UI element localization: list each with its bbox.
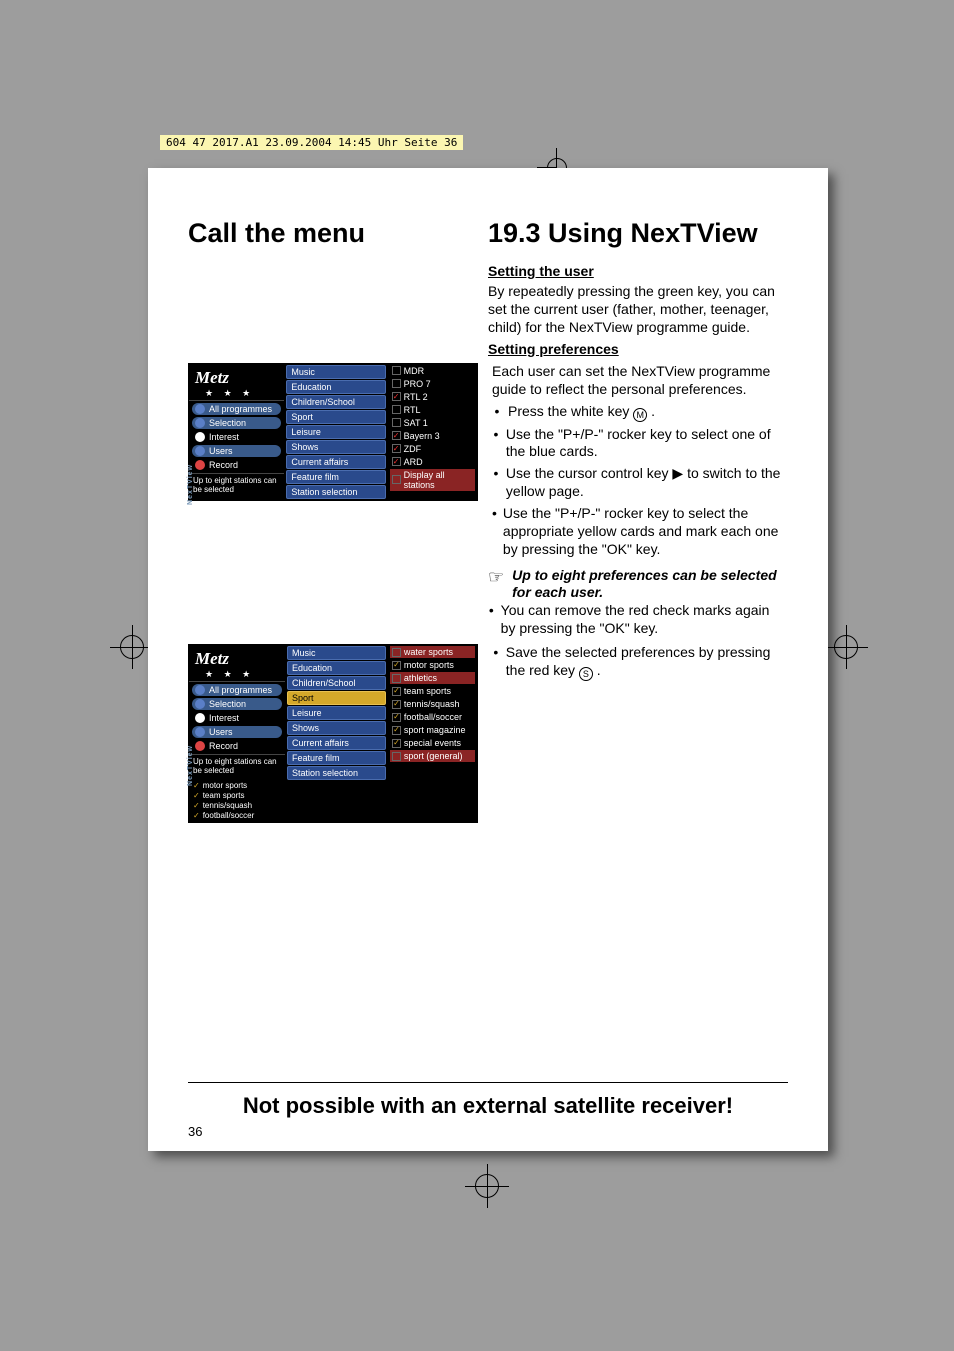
menu-category-item: Children/School [287, 676, 386, 690]
menu-category-item: Shows [287, 721, 386, 735]
checkbox-icon: ✓ [392, 726, 401, 735]
nextview-vertical-label: NexTView [187, 464, 195, 505]
page: Call the menu 19.3 Using NexTView Settin… [148, 168, 828, 1151]
menu-checkbox-item: SAT 1 [390, 417, 475, 429]
checkbox-icon: ✓ [392, 739, 401, 748]
checkbox-icon [392, 405, 401, 414]
menu-checkbox-item: RTL [390, 404, 475, 416]
menu-category-item: Leisure [287, 706, 386, 720]
checkbox-icon [392, 674, 401, 683]
checkbox-icon [392, 648, 401, 657]
menu-category-item: Feature film [286, 470, 385, 484]
note-up-to-eight: ☞ Up to eight preferences can be selecte… [488, 567, 788, 601]
menu-category-item: Children/School [286, 395, 385, 409]
menu-left-item: Selection [192, 417, 281, 429]
checkbox-icon [392, 366, 401, 375]
registration-mark-right [824, 625, 868, 669]
selected-pref-item: motor sports [193, 781, 281, 790]
page-number: 36 [188, 1124, 202, 1139]
menu-checkbox-item: ✓ZDF [390, 443, 475, 455]
checkbox-icon [392, 752, 401, 761]
menu-left-item: Interest [192, 431, 281, 443]
selected-pref-item: tennis/squash [193, 801, 281, 810]
page-title-right: 19.3 Using NexTView [488, 218, 758, 249]
menu-footer-note: NexTView Up to eight stations can be sel… [189, 754, 285, 779]
menu-checkbox-item: ✓ARD [390, 456, 475, 468]
menu-checkbox-item: PRO 7 [390, 378, 475, 390]
page-title-left: Call the menu [188, 218, 458, 249]
bullet-cursor-right: • Use the cursor control key ▶ to switch… [492, 465, 788, 501]
checkbox-icon: ✓ [392, 431, 401, 440]
menu-category-item: Station selection [286, 485, 385, 499]
nextview-menu-screenshot-1: Metz ★ ★ ★ All programmesSelectionIntere… [188, 363, 478, 563]
menu-category-item: Music [287, 646, 386, 660]
checkbox-icon: ✓ [392, 687, 401, 696]
bullet-remove-marks: • You can remove the red check marks aga… [488, 602, 788, 638]
bullet-press-white: • Press the white key M . [492, 403, 788, 422]
para-setting-user: By repeatedly pressing the green key, yo… [488, 283, 788, 337]
menu-checkbox-item: Display all stations [390, 469, 475, 491]
menu-left-item: Selection [192, 698, 282, 710]
subheading-setting-user: Setting the user [488, 263, 788, 279]
menu-category-item: Current affairs [286, 455, 385, 469]
bullet-rocker-yellow: • Use the "P+/P-" rocker key to select t… [492, 505, 788, 559]
checkbox-icon: ✓ [392, 392, 401, 401]
checkbox-icon [392, 475, 401, 484]
checkbox-icon: ✓ [392, 444, 401, 453]
pointing-hand-icon: ☞ [488, 567, 504, 601]
menu-checkbox-item: ✓team sports [390, 685, 475, 697]
menu-left-item: Record [192, 459, 281, 471]
menu-category-item: Shows [286, 440, 385, 454]
menu-checkbox-item: ✓sport magazine [390, 724, 475, 736]
menu-checkbox-item: ✓football/soccer [390, 711, 475, 723]
menu-checkbox-item: ✓Bayern 3 [390, 430, 475, 442]
menu-checkbox-item: sport (general) [390, 750, 475, 762]
menu-left-item: Interest [192, 712, 282, 724]
selected-pref-item: team sports [193, 791, 281, 800]
header-row: Call the menu 19.3 Using NexTView [188, 218, 788, 249]
menu-footer-note: NexTView Up to eight stations can be sel… [189, 473, 284, 498]
menu-left-item: Users [192, 445, 281, 457]
red-key-icon: S [579, 667, 593, 681]
menu-checkbox-item: ✓RTL 2 [390, 391, 475, 403]
menu-category-item: Station selection [287, 766, 386, 780]
white-key-icon: M [633, 408, 647, 422]
menu-checkbox-item: athletics [390, 672, 475, 684]
bullet-rocker-blue: • Use the "P+/P-" rocker key to select o… [492, 426, 788, 462]
checkbox-icon: ✓ [392, 700, 401, 709]
menu-category-item: Education [286, 380, 385, 394]
checkbox-icon [392, 418, 401, 427]
menu-checkbox-item: MDR [390, 365, 475, 377]
menu-category-item: Education [287, 661, 386, 675]
checkbox-icon: ✓ [392, 713, 401, 722]
menu-category-item: Music [286, 365, 385, 379]
checkbox-icon: ✓ [392, 457, 401, 466]
intro-paragraph: Each user can set the NexTView programme… [492, 363, 788, 399]
print-slug: 604 47 2017.A1 23.09.2004 14:45 Uhr Seit… [160, 135, 463, 150]
menu-checkbox-item: water sports [390, 646, 475, 658]
menu-left-item: Users [192, 726, 282, 738]
menu-checkbox-item: ✓tennis/squash [390, 698, 475, 710]
checkbox-icon [392, 379, 401, 388]
nextview-menu-screenshot-2: Metz ★ ★ ★ All programmesSelectionIntere… [188, 644, 478, 823]
menu-category-item: Sport [286, 410, 385, 424]
menu-checkbox-item: ✓motor sports [390, 659, 475, 671]
menu-category-item: Current affairs [287, 736, 386, 750]
selected-pref-item: football/soccer [193, 811, 281, 820]
bottom-banner: Not possible with an external satellite … [188, 1082, 788, 1119]
menu-category-item: Leisure [286, 425, 385, 439]
stars-icon: ★ ★ ★ [189, 388, 284, 399]
menu-left-item: All programmes [192, 684, 282, 696]
bullet-save-prefs: • Save the selected preferences by press… [492, 644, 788, 681]
subheading-setting-prefs: Setting preferences [488, 341, 788, 357]
menu-checkbox-item: ✓special events [390, 737, 475, 749]
menu-left-item: Record [192, 740, 282, 752]
registration-mark-bottom [465, 1164, 509, 1208]
menu-category-item: Feature film [287, 751, 386, 765]
menu-category-item: Sport [287, 691, 386, 705]
nextview-vertical-label: NexTView [187, 745, 195, 786]
stars-icon: ★ ★ ★ [189, 669, 285, 680]
checkbox-icon: ✓ [392, 661, 401, 670]
menu-left-item: All programmes [192, 403, 281, 415]
